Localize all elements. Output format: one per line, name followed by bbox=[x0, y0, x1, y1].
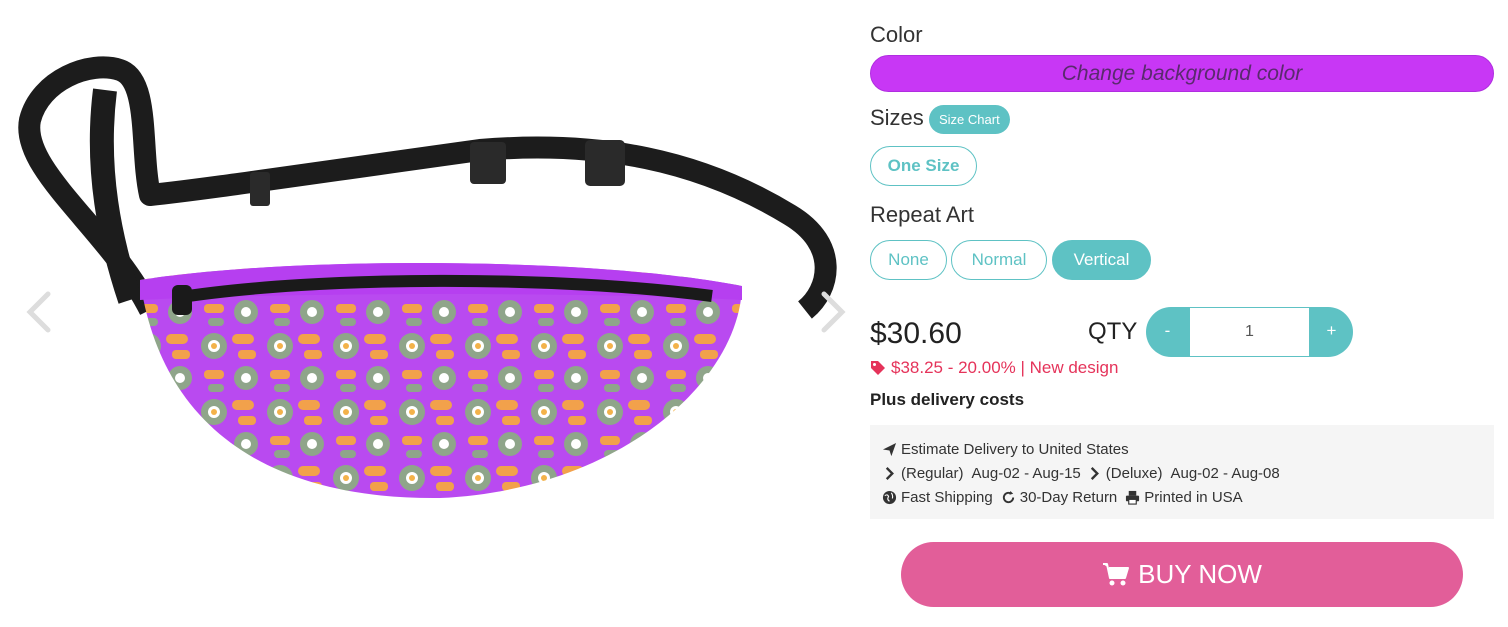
fast-shipping-text: Fast Shipping bbox=[901, 488, 993, 506]
product-gallery bbox=[0, 0, 860, 627]
repeat-option-vertical[interactable]: Vertical bbox=[1052, 240, 1151, 280]
size-option-one-size[interactable]: One Size bbox=[870, 146, 977, 186]
refresh-icon bbox=[1002, 490, 1014, 503]
delivery-cost-note: Plus delivery costs bbox=[870, 390, 1025, 409]
deluxe-shipping-label: (Deluxe) bbox=[1105, 464, 1163, 482]
delivery-info-box: Estimate Delivery to United States (Regu… bbox=[870, 425, 1494, 519]
buy-now-button[interactable]: BUY NOW bbox=[901, 542, 1463, 607]
estimate-delivery-text: Estimate Delivery to United States bbox=[901, 440, 1129, 458]
regular-shipping-label: (Regular) bbox=[901, 464, 964, 482]
printed-in-text: Printed in USA bbox=[1144, 488, 1243, 506]
product-image bbox=[18, 56, 837, 499]
globe-icon bbox=[882, 490, 897, 504]
quantity-stepper: - + bbox=[1146, 307, 1353, 357]
chevron-right-icon bbox=[885, 466, 894, 480]
chevron-right-icon bbox=[1090, 466, 1099, 480]
repeat-option-normal[interactable]: Normal bbox=[951, 240, 1047, 280]
repeat-art-label: Repeat Art bbox=[870, 202, 974, 227]
sizes-label: Sizes bbox=[870, 105, 924, 130]
discount-text: $38.25 - 20.00% | New design bbox=[891, 358, 1119, 377]
printer-icon bbox=[1126, 490, 1140, 505]
repeat-option-none[interactable]: None bbox=[870, 240, 947, 280]
discount-line: $38.25 - 20.00% | New design bbox=[870, 358, 1118, 378]
chevron-left-icon[interactable] bbox=[20, 290, 60, 334]
qty-input[interactable] bbox=[1189, 307, 1310, 357]
buy-now-label: BUY NOW bbox=[1138, 559, 1262, 589]
color-label: Color bbox=[870, 22, 923, 47]
regular-shipping-dates: Aug-02 - Aug-15 bbox=[971, 464, 1081, 482]
qty-label: QTY bbox=[1088, 318, 1138, 345]
tag-icon bbox=[871, 361, 885, 375]
current-price: $30.60 bbox=[870, 317, 962, 350]
size-chart-button[interactable]: Size Chart bbox=[929, 105, 1010, 134]
chevron-right-icon[interactable] bbox=[812, 290, 852, 334]
qty-decrement-button[interactable]: - bbox=[1146, 307, 1189, 357]
deluxe-shipping-dates: Aug-02 - Aug-08 bbox=[1170, 464, 1280, 482]
return-policy-text: 30-Day Return bbox=[1019, 488, 1118, 506]
paper-plane-icon bbox=[882, 442, 897, 456]
cart-icon bbox=[1103, 562, 1130, 585]
product-options-panel: Color Change background color Sizes Size… bbox=[870, 0, 1496, 627]
qty-increment-button[interactable]: + bbox=[1310, 307, 1353, 357]
change-background-color-button[interactable]: Change background color bbox=[870, 55, 1494, 92]
